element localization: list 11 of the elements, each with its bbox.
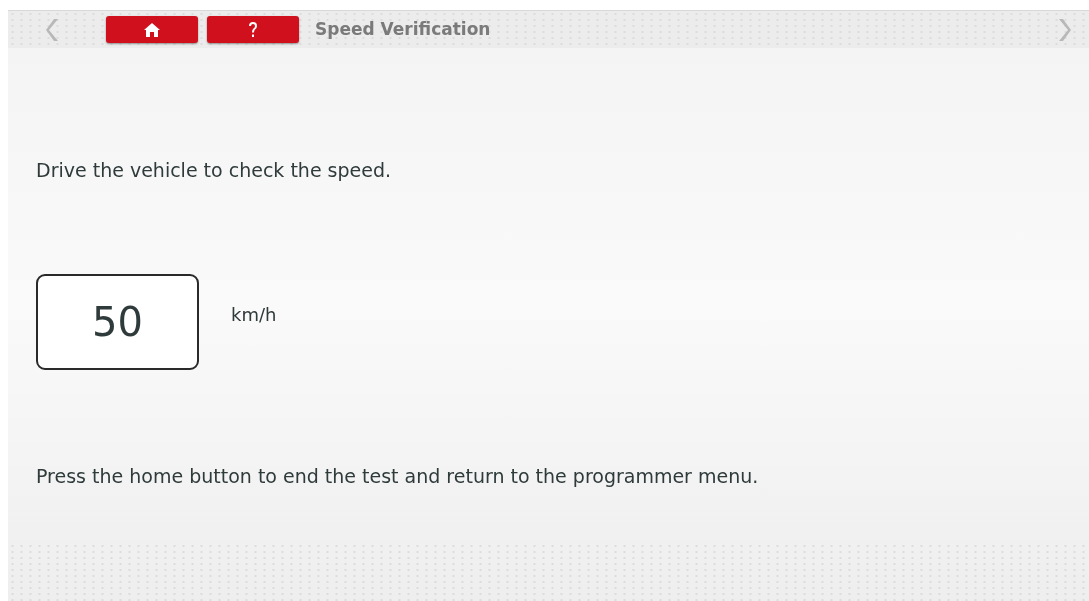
home-button[interactable] — [106, 16, 198, 43]
question-mark-icon — [248, 20, 258, 39]
back-arrow-icon[interactable] — [46, 17, 60, 42]
page-title: Speed Verification — [315, 17, 491, 41]
speed-display: 50 — [36, 273, 199, 370]
forward-arrow-icon[interactable] — [1057, 17, 1071, 42]
help-button[interactable] — [207, 16, 299, 43]
home-icon — [143, 21, 161, 38]
instruction-text: Drive the vehicle to check the speed. — [36, 158, 393, 183]
footer-note: Press the home button to end the test and return to the programmer menu. — [36, 463, 760, 489]
speed-unit: km/h — [231, 303, 277, 327]
